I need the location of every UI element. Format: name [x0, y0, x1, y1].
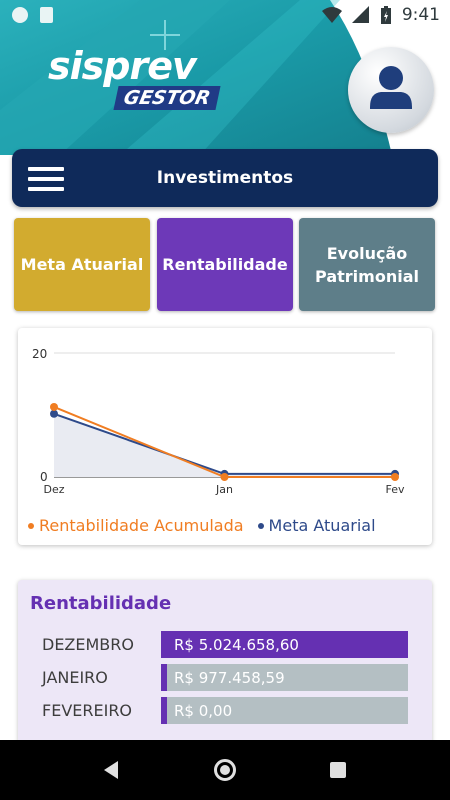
value-bar: R$ 0,00	[161, 697, 408, 724]
data-point	[391, 473, 399, 481]
top-nav-bar: Investimentos	[12, 149, 438, 207]
list-item: JANEIRO R$ 977.458,59	[18, 664, 432, 692]
legend-dot-icon	[28, 522, 34, 529]
legend-label: Meta Atuarial	[268, 516, 376, 535]
value-bar: R$ 5.024.658,60	[161, 631, 408, 658]
x-tick-label: Jan	[215, 483, 233, 496]
clock: 9:41	[401, 5, 440, 25]
logo-main-text: sisprev	[48, 44, 197, 88]
legend-item-rentabilidade[interactable]: Rentabilidade Acumulada	[28, 516, 244, 535]
signal-icon	[351, 6, 369, 23]
value-text: R$ 5.024.658,60	[167, 631, 408, 658]
month-label: JANEIRO	[42, 668, 108, 687]
value-text: R$ 0,00	[167, 697, 408, 724]
user-icon	[370, 66, 412, 109]
back-icon[interactable]	[104, 761, 118, 779]
section-title: Rentabilidade	[30, 593, 172, 614]
logo-sub-text: GESTOR	[113, 86, 221, 110]
legend-item-meta[interactable]: Meta Atuarial	[257, 516, 376, 535]
tab-rentabilidade[interactable]: Rentabilidade	[157, 218, 293, 311]
notification-icon	[12, 7, 28, 23]
value-text: R$ 977.458,59	[167, 664, 408, 691]
chart-legend: Rentabilidade Acumulada Meta Atuarial	[28, 516, 376, 535]
status-bar: 9:41	[0, 0, 450, 32]
data-point	[220, 473, 229, 481]
data-point	[50, 409, 58, 418]
tab-label: Evolução Patrimonial	[315, 243, 419, 286]
tab-label: Rentabilidade	[162, 255, 288, 274]
tab-label: Meta Atuarial	[20, 255, 144, 274]
page-title: Investimentos	[156, 168, 294, 188]
app-logo: sisprev GESTOR	[48, 44, 221, 110]
y-tick-label: 20	[32, 347, 47, 361]
tab-evolucao-patrimonial[interactable]: Evolução Patrimonial	[299, 218, 435, 311]
x-tick-label: Fev	[385, 483, 404, 496]
list-item: FEVEREIRO R$ 0,00	[18, 697, 432, 725]
legend-label: Rentabilidade Acumulada	[39, 516, 244, 535]
line-chart: 20 0Dez Jan Fev	[32, 347, 405, 496]
wifi-icon	[321, 7, 342, 23]
recent-apps-icon[interactable]	[330, 762, 346, 778]
y-tick-label: 0	[40, 470, 48, 484]
x-tick-label: Dez	[43, 483, 64, 496]
sd-card-icon	[40, 7, 53, 23]
home-icon[interactable]	[214, 759, 236, 781]
system-nav-bar	[0, 740, 450, 800]
battery-icon	[380, 6, 391, 24]
legend-dot-icon	[257, 522, 264, 529]
avatar[interactable]	[348, 47, 434, 133]
list-item: DEZEMBRO R$ 5.024.658,60	[18, 631, 432, 659]
chart-card: 20 0 Dez Jan Fev Rentabilidade Acumulada Met…	[18, 328, 432, 545]
value-bar: R$ 977.458,59	[161, 664, 408, 691]
month-label: DEZEMBRO	[42, 635, 134, 654]
tab-meta-atuarial[interactable]: Meta Atuarial	[14, 218, 150, 311]
rentabilidade-card: Rentabilidade DEZEMBRO R$ 5.024.658,60 J…	[18, 580, 432, 760]
month-label: FEVEREIRO	[42, 701, 133, 720]
data-point	[50, 402, 58, 411]
area-meta-atuarial	[54, 413, 395, 477]
